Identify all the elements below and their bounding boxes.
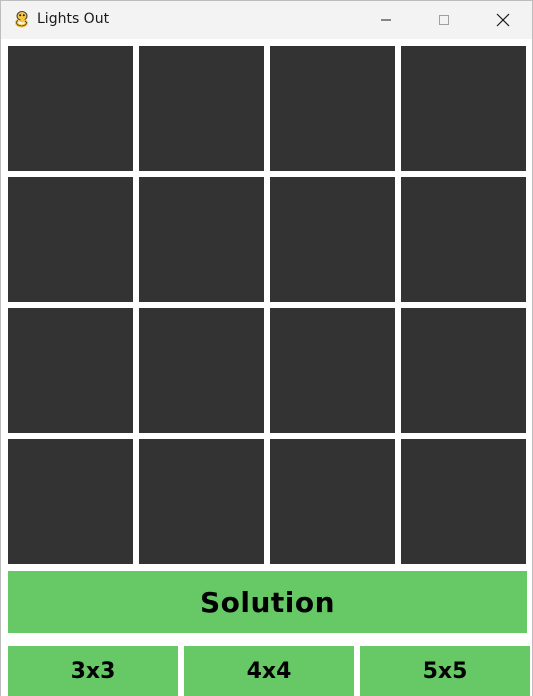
- size-4x4-button[interactable]: 4x4: [184, 646, 354, 696]
- light-cell-r4-c2[interactable]: [139, 439, 264, 564]
- light-cell-r1-c2[interactable]: [139, 46, 264, 171]
- size-3x3-button[interactable]: 3x3: [8, 646, 178, 696]
- app-window: Lights Out Solution 3x3 4x4 5x5: [0, 0, 533, 696]
- light-cell-r3-c4[interactable]: [401, 308, 526, 433]
- minimize-icon: [381, 19, 391, 21]
- light-cell-r2-c2[interactable]: [139, 177, 264, 302]
- window-title: Lights Out: [37, 11, 110, 27]
- light-cell-r1-c4[interactable]: [401, 46, 526, 171]
- solution-button[interactable]: Solution: [8, 571, 527, 633]
- light-cell-r2-c3[interactable]: [270, 177, 395, 302]
- pygame-snake-icon: [12, 10, 32, 30]
- maximize-button[interactable]: [421, 1, 467, 39]
- light-cell-r1-c1[interactable]: [8, 46, 133, 171]
- light-cell-r3-c3[interactable]: [270, 308, 395, 433]
- size-5x5-button[interactable]: 5x5: [360, 646, 530, 696]
- light-cell-r2-c1[interactable]: [8, 177, 133, 302]
- light-cell-r1-c3[interactable]: [270, 46, 395, 171]
- light-cell-r4-c3[interactable]: [270, 439, 395, 564]
- title-bar[interactable]: Lights Out: [1, 1, 532, 39]
- light-cell-r3-c2[interactable]: [139, 308, 264, 433]
- light-cell-r4-c4[interactable]: [401, 439, 526, 564]
- close-button[interactable]: [480, 1, 526, 39]
- close-icon: [496, 13, 510, 27]
- light-cell-r3-c1[interactable]: [8, 308, 133, 433]
- maximize-icon: [439, 15, 449, 25]
- light-cell-r4-c1[interactable]: [8, 439, 133, 564]
- minimize-button[interactable]: [363, 1, 409, 39]
- light-cell-r2-c4[interactable]: [401, 177, 526, 302]
- light-grid: [8, 46, 527, 565]
